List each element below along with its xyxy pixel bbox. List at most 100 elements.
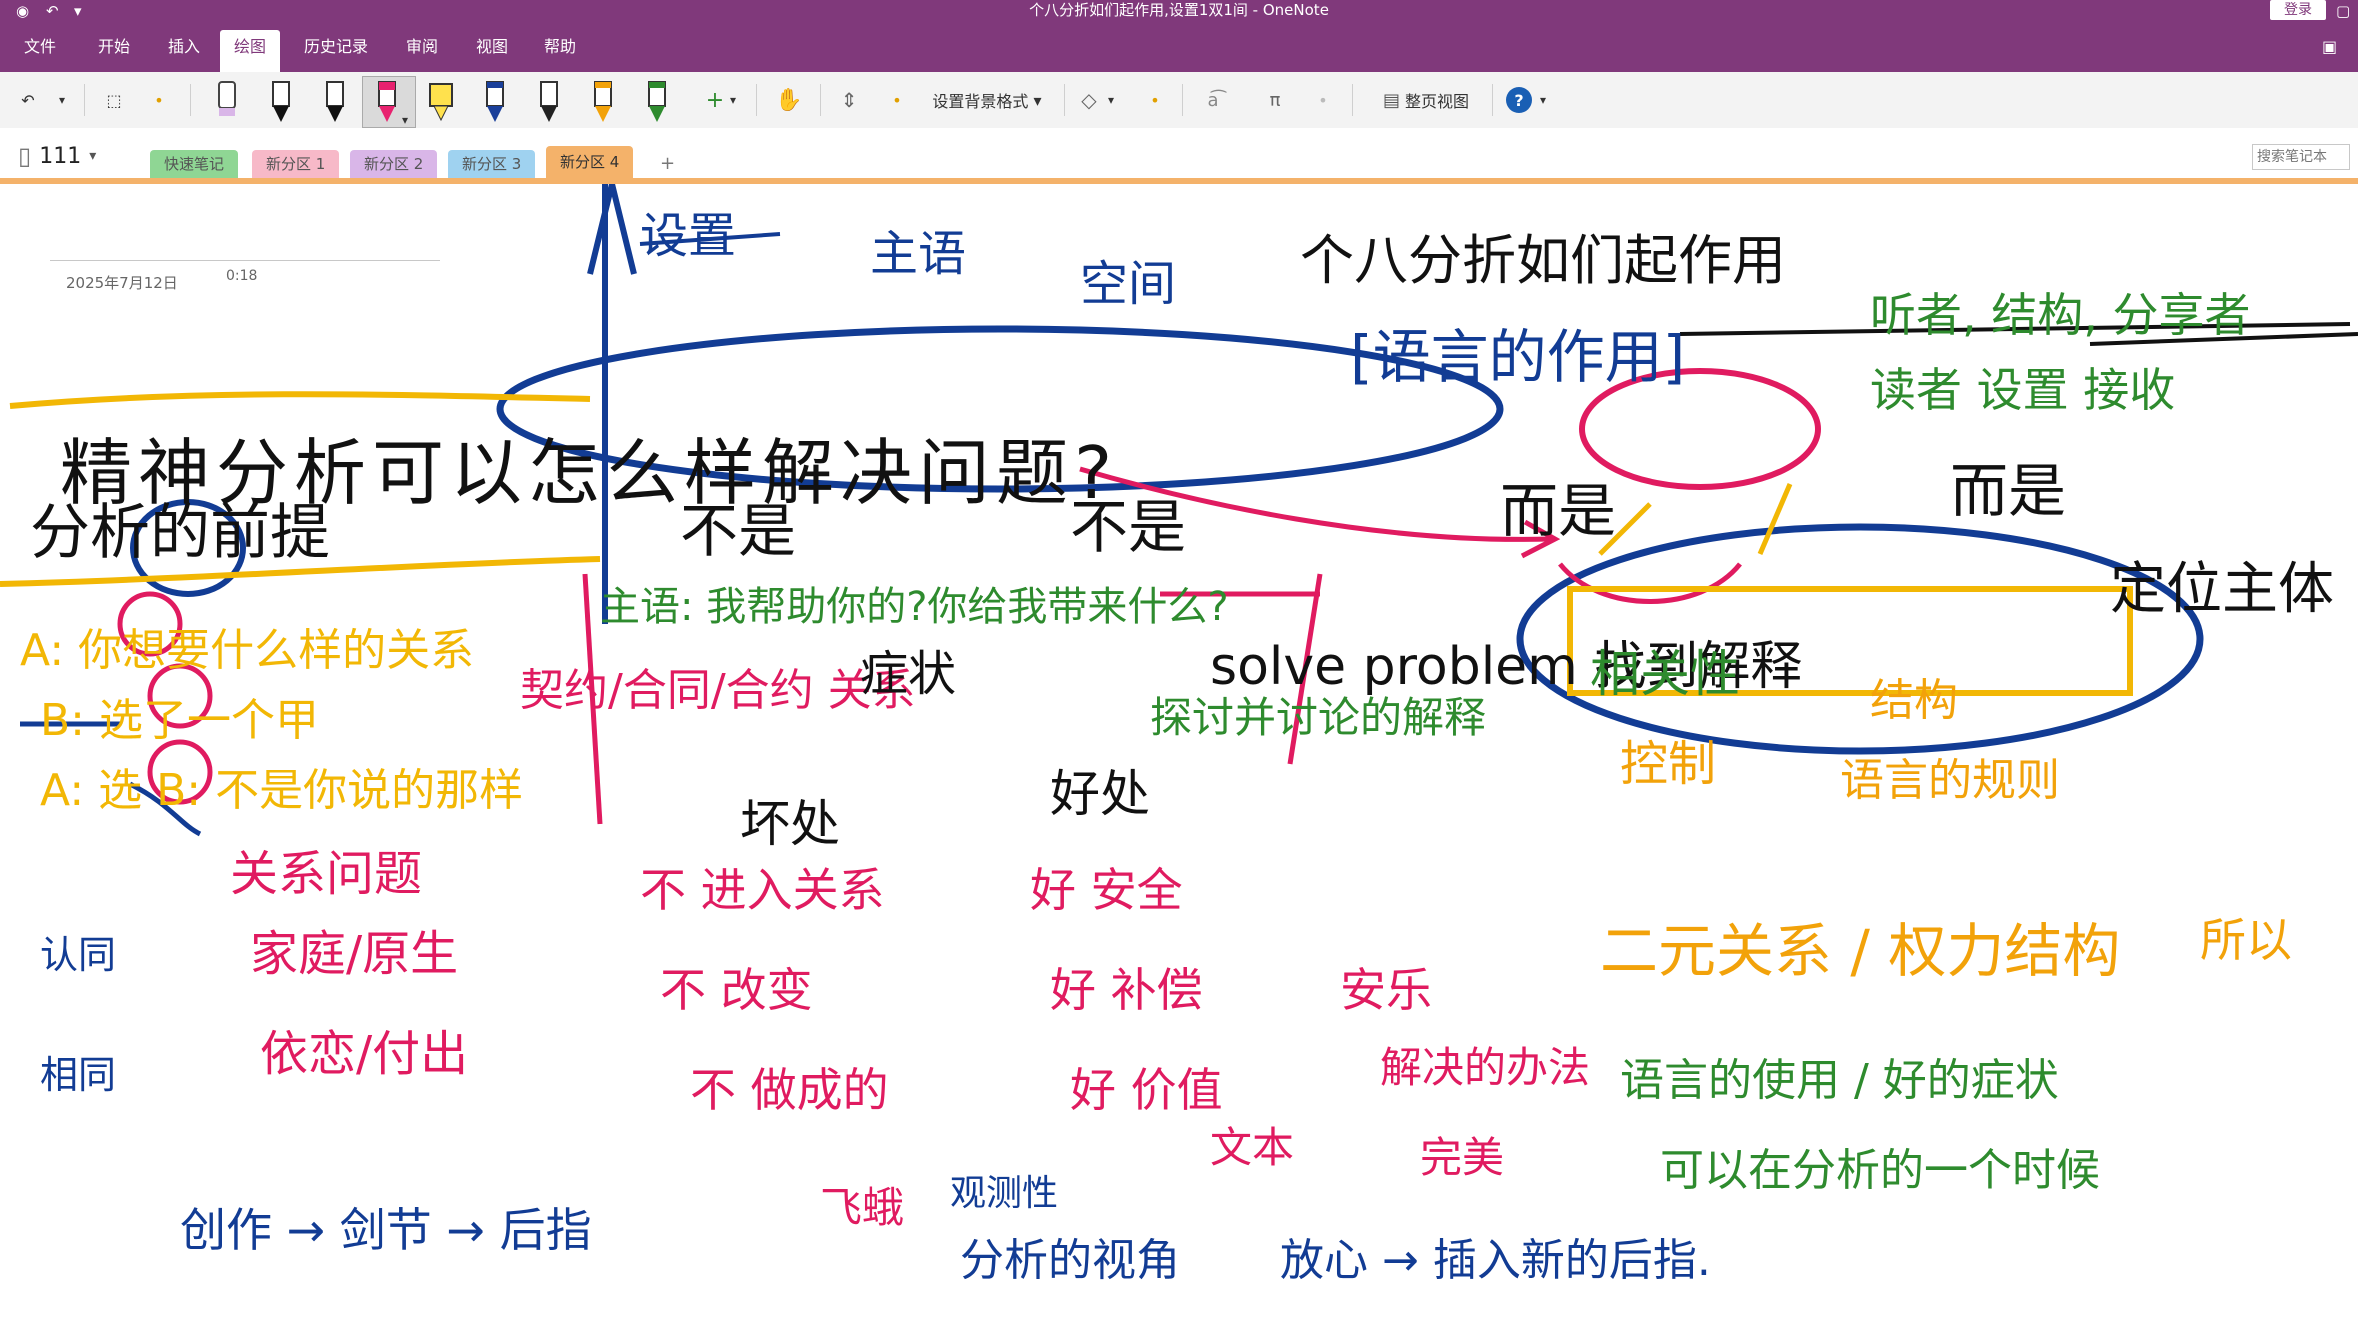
ink-binary-power: 二元关系 / 权力结构 <box>1600 917 2121 985</box>
yellow-highlighter-icon[interactable] <box>424 78 458 124</box>
sidebar-toggle-icon[interactable]: ▣ <box>2314 30 2345 64</box>
page-view-label: 整页视图 <box>1405 92 1470 111</box>
dot-icon-4[interactable]: • <box>1316 82 1330 118</box>
ink-good-side: 好处 <box>1050 765 1150 823</box>
shapes-dropdown-icon[interactable]: ▾ <box>1104 82 1118 118</box>
background-format-label: 设置背景格式 <box>932 92 1029 111</box>
ink-top-label-setting: 设置 <box>640 208 737 264</box>
ink-analysis-reason: 分析的前提 <box>30 498 330 568</box>
ink-to-text-icon[interactable]: a͡ <box>1196 82 1230 118</box>
eraser-pen-icon[interactable] <box>210 78 244 124</box>
dark-pen-icon[interactable] <box>532 78 566 124</box>
dot-icon-2[interactable]: • <box>890 82 904 118</box>
ink-rather-2: 而是 <box>1950 457 2067 525</box>
ink-b-line: B: 选了一个甲 <box>40 695 319 746</box>
ink-language-law: 语言的规则 <box>1840 755 2060 806</box>
ink-subject-question: 主语: 我帮助你的?你给我带来什么? <box>600 584 1229 630</box>
dot-icon[interactable]: • <box>150 82 168 118</box>
ink-symptom: 症状 <box>860 646 957 702</box>
page-view-button[interactable]: ▤ 整页视图 <box>1370 82 1482 118</box>
ink-comfort: 安乐 <box>1340 963 1432 1017</box>
tab-section-1[interactable]: 新分区 1 <box>252 150 340 178</box>
ink-analysis-view: 分析的视角 <box>960 1235 1180 1286</box>
window-title: 个八分折如们起作用,设置1双1间 - OneNote <box>1029 1 1329 19</box>
login-button[interactable]: 登录 <box>2270 0 2326 20</box>
notebook-icon: ▯ <box>18 142 32 170</box>
ink-language-role: [语言的作用] <box>1350 323 1686 391</box>
menu-help[interactable]: 帮助 <box>530 30 590 64</box>
ink-rather-1: 而是 <box>1500 477 1617 545</box>
ink-good1: 好 安全 <box>1030 863 1183 917</box>
ink-q1: 关系问题 <box>230 846 423 902</box>
ink-observe: 观测性 <box>950 1173 1059 1214</box>
add-space-icon[interactable]: ⇕ <box>834 82 864 118</box>
ink-solve-solution: 解决的办法 <box>1380 1043 1591 1092</box>
shapes-icon[interactable]: ◇ <box>1074 82 1104 118</box>
menu-draw[interactable]: 绘图 <box>220 30 281 72</box>
menu-review[interactable]: 审阅 <box>392 30 452 64</box>
ink-contract: 契约/合同/合约 关系 <box>520 665 916 716</box>
help-icon[interactable]: ? <box>1506 87 1532 113</box>
tab-section-4[interactable]: 新分区 4 <box>546 146 634 180</box>
tab-section-3[interactable]: 新分区 3 <box>448 150 536 178</box>
ink-complete: 完美 <box>1420 1133 1505 1182</box>
ink-listener-line1: 听者, 结构, 分享者 <box>1870 288 2251 342</box>
menu-file[interactable]: 文件 <box>10 30 70 64</box>
ink-to-math-icon[interactable]: π <box>1258 82 1292 118</box>
ink-green-bottom: 可以在分析的一个时候 <box>1660 1145 2100 1196</box>
ink-interpretive: 探讨并讨论的解释 <box>1150 693 1487 742</box>
ink-no1: 不 进入关系 <box>640 863 885 917</box>
ink-is-not-1: 不是 <box>680 497 797 565</box>
black-pen-2-icon[interactable] <box>318 78 352 124</box>
orange-pen-icon[interactable] <box>586 78 620 124</box>
notebook-dropdown-icon: ▾ <box>89 148 97 164</box>
menu-insert[interactable]: 插入 <box>154 30 214 64</box>
ink-q3: 依恋/付出 <box>260 1026 469 1082</box>
add-section-icon[interactable]: + <box>646 150 690 178</box>
ink-listener-line2: 读者 设置 接收 <box>1870 363 2176 417</box>
ink-no2: 不 改变 <box>660 963 813 1017</box>
ink-q2: 家庭/原生 <box>250 926 459 982</box>
lasso-select-icon[interactable]: ⬚ <box>96 82 132 118</box>
ink-a-line-2: A: 选 B: 不是你说的那样 <box>40 765 524 816</box>
ink-good3: 好 价值 <box>1070 1063 1223 1117</box>
ink-acknowledge: 认同 <box>40 933 117 977</box>
green-pen-icon[interactable] <box>640 78 674 124</box>
ink-position-rightmost: 定位主体 <box>2110 557 2334 622</box>
help-dropdown-icon[interactable]: ▾ <box>1536 82 1550 118</box>
ink-bottom-chain: 创作 → 剑节 → 后指 <box>180 1203 592 1257</box>
dot-icon-3[interactable]: • <box>1148 82 1162 118</box>
ribbon-menu-bar: 文件 开始 插入 绘图 历史记录 审阅 视图 帮助 ▣ <box>0 22 2358 72</box>
hand-pan-icon[interactable]: ✋ <box>772 82 806 118</box>
ink-no3: 不 做成的 <box>690 1063 889 1117</box>
ink-function-title: 个八分折如们起作用 <box>1300 229 1786 292</box>
ink-text-meaning: 文本 <box>1210 1123 1295 1172</box>
ink-bottom-right: 放心 → 插入新的后指. <box>1280 1235 1711 1286</box>
ink-hidden-harm: 坏处 <box>740 795 840 853</box>
undo-dropdown-icon[interactable]: ▾ <box>54 82 70 118</box>
add-pen-dropdown-icon[interactable]: ▾ <box>726 82 740 118</box>
blue-pen-icon[interactable] <box>478 78 512 124</box>
ink-relation: 相关性 <box>1590 645 1740 703</box>
undo-icon[interactable]: ↶ <box>14 82 42 118</box>
ink-control: 控制 <box>1620 736 1717 792</box>
title-bar: ◉ ↶ ▾ 个八分折如们起作用,设置1双1间 - OneNote 登录 ▢ <box>0 0 2358 22</box>
notebook-selector[interactable]: ▯ 111 ▾ <box>18 142 96 170</box>
ink-top-label-space: 空间 <box>1080 256 1177 312</box>
ink-top-label-subject: 主语 <box>870 226 967 282</box>
note-page[interactable]: 2025年7月12日 0:18 精神分析可以怎么样解决问题? 设置 主语 空间 … <box>0 184 2358 1326</box>
menu-history[interactable]: 历史记录 <box>290 30 382 64</box>
background-format-button[interactable]: 设置背景格式 ▾ <box>912 82 1062 118</box>
restore-icon[interactable]: ▢ <box>2336 0 2350 22</box>
ink-bottom-mid: 飞蛾 <box>820 1183 905 1232</box>
menu-view[interactable]: 视图 <box>462 30 522 64</box>
menu-home[interactable]: 开始 <box>84 30 144 64</box>
ink-a-line: A: 你想要什么样的关系 <box>20 625 475 676</box>
search-input[interactable]: 搜索笔记本 <box>2252 144 2350 170</box>
tab-section-2[interactable]: 新分区 2 <box>350 150 438 178</box>
page-view-icon: ▤ <box>1382 89 1400 111</box>
ink-structure: 结构 <box>1870 675 1958 726</box>
black-pen-icon[interactable] <box>264 78 298 124</box>
ink-good2: 好 补偿 <box>1050 963 1203 1017</box>
tab-quick-notes[interactable]: 快速笔记 <box>150 150 239 178</box>
